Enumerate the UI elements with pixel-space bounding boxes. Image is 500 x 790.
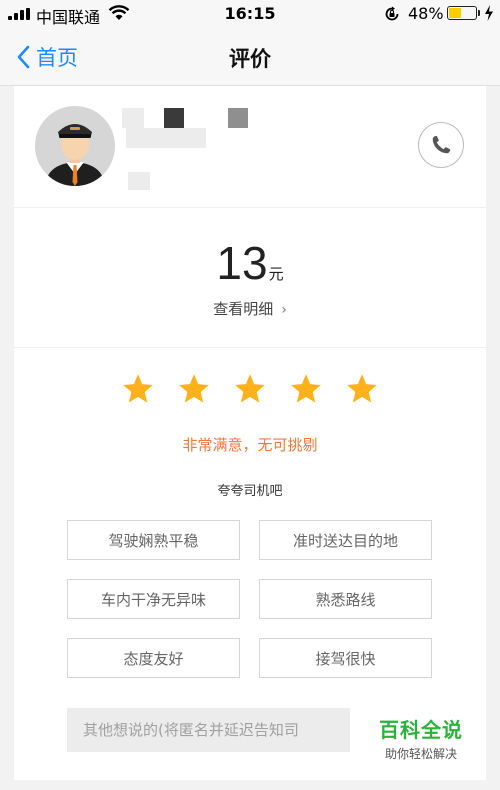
orientation-lock-icon bbox=[385, 6, 399, 21]
battery-icon bbox=[447, 6, 477, 20]
chevron-right-icon: › bbox=[281, 302, 287, 318]
nav-bar: 首页 评价 bbox=[0, 28, 500, 86]
blurred-name bbox=[126, 128, 206, 148]
rating-text: 非常满意，无可挑剔 bbox=[182, 436, 318, 454]
status-bar: 中国联通 16:15 48% bbox=[0, 0, 500, 28]
fare-amount: 13 bbox=[216, 237, 268, 289]
fare-unit: 元 bbox=[268, 265, 284, 283]
watermark-main: 百科全说 bbox=[379, 718, 463, 742]
watermark-sub: 助你轻松解决 bbox=[384, 747, 457, 761]
fare-section: 13元 查看明细 › bbox=[14, 208, 486, 348]
view-details-label: 查看明细 bbox=[213, 300, 274, 318]
review-card: 13元 查看明细 › 非常满意，无可挑剔 夸夸司机吧 驾驶娴熟平稳 准时送达目的地… bbox=[14, 86, 486, 780]
view-details-link[interactable]: 查看明细 › bbox=[14, 298, 486, 319]
blurred-name bbox=[164, 108, 184, 128]
star-icon[interactable] bbox=[177, 372, 211, 406]
battery-fill bbox=[449, 8, 462, 18]
star-icon[interactable] bbox=[121, 372, 155, 406]
charging-icon bbox=[485, 5, 493, 21]
driver-info bbox=[14, 86, 486, 208]
praise-tag[interactable]: 态度友好 bbox=[67, 638, 240, 678]
fare-display: 13元 bbox=[14, 236, 486, 290]
battery-percent: 48% bbox=[408, 4, 444, 23]
battery-cap bbox=[478, 10, 480, 16]
phone-icon bbox=[432, 135, 451, 154]
praise-tag[interactable]: 准时送达目的地 bbox=[259, 520, 432, 560]
star-icon[interactable] bbox=[345, 372, 379, 406]
blurred-name bbox=[122, 108, 144, 128]
star-icon[interactable] bbox=[289, 372, 323, 406]
star-rating bbox=[14, 372, 486, 406]
call-driver-button[interactable] bbox=[418, 122, 464, 168]
star-icon[interactable] bbox=[233, 372, 267, 406]
page-title: 评价 bbox=[229, 47, 271, 71]
praise-title: 夸夸司机吧 bbox=[217, 484, 283, 499]
praise-tag[interactable]: 接驾很快 bbox=[259, 638, 432, 678]
watermark-logo: 百科全说 助你轻松解决 bbox=[366, 714, 476, 762]
comment-input[interactable] bbox=[67, 708, 350, 752]
blurred-plate bbox=[128, 172, 150, 190]
driver-avatar-icon bbox=[35, 106, 115, 186]
praise-tag[interactable]: 驾驶娴熟平稳 bbox=[67, 520, 240, 560]
praise-tag[interactable]: 车内干净无异味 bbox=[67, 579, 240, 619]
blurred-name bbox=[228, 108, 248, 128]
praise-tag[interactable]: 熟悉路线 bbox=[259, 579, 432, 619]
